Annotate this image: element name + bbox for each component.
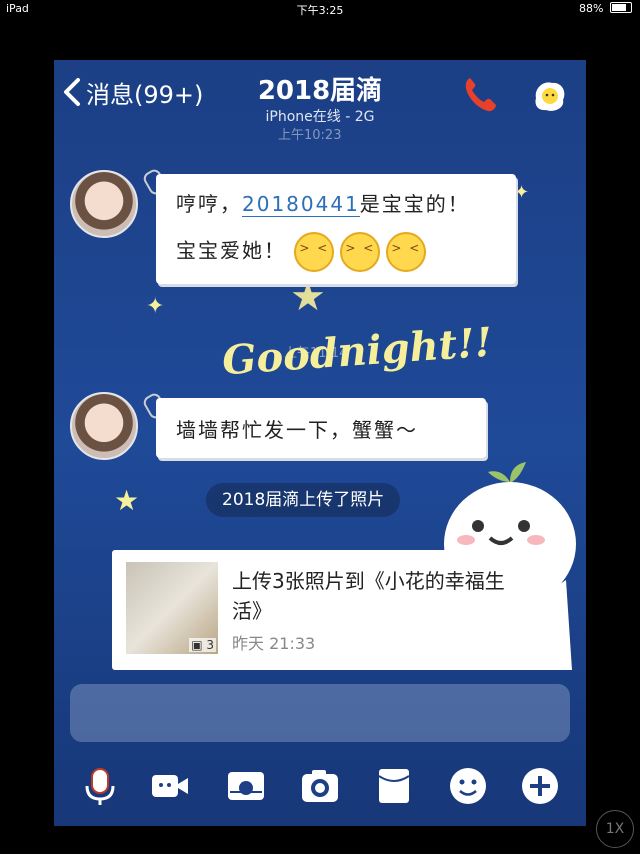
mic-icon[interactable]: [80, 766, 120, 806]
call-button[interactable]: [460, 74, 500, 114]
chat-subtitle: iPhone在线 - 2G: [265, 109, 375, 125]
avatar[interactable]: [70, 170, 138, 238]
chat-title: 2018届滴: [257, 76, 383, 106]
avatar[interactable]: [70, 392, 138, 460]
photo-thumbnail[interactable]: ▣ 3: [126, 562, 218, 654]
battery-percent: 88%: [579, 2, 604, 15]
system-notice: 2018届滴上传了照片: [206, 483, 401, 517]
nav-bar: 消息(99+) 2018届滴 iPhone在线 - 2G: [54, 60, 586, 125]
phone-icon: [465, 78, 496, 112]
star-decoration: ✦: [146, 294, 165, 319]
card-title: 上传3张照片到《小花的幸福生活》: [232, 569, 505, 623]
battery-indicator: 88%: [579, 2, 632, 15]
battery-icon: [610, 2, 632, 13]
zoom-button[interactable]: 1X: [596, 810, 634, 848]
red-packet-icon[interactable]: [374, 766, 414, 806]
message-bubble[interactable]: 墙墙帮忙发一下，蟹蟹～: [156, 398, 486, 458]
profile-button[interactable]: [532, 78, 568, 114]
photo-icon[interactable]: [226, 766, 266, 806]
kiss-emoji-icon: [386, 232, 427, 272]
photo-upload-card[interactable]: ▣ 3 上传3张照片到《小花的幸福生活》 昨天 21:33: [112, 550, 528, 670]
message-input[interactable]: [70, 684, 570, 742]
plus-icon[interactable]: [520, 766, 560, 806]
status-bar: iPad 下午3:25 88%: [0, 0, 640, 18]
number-link[interactable]: 20180441: [242, 192, 360, 217]
message-line: 哼哼，20180441是宝宝的！: [176, 192, 470, 217]
chat-screen: ✦ ✦ ★ ★ 消息(99+) 2018届滴 iPhone在线 - 2G 上午1…: [54, 60, 586, 826]
card-time: 昨天 21:33: [232, 634, 316, 653]
video-icon[interactable]: [150, 766, 190, 806]
camera-icon[interactable]: [300, 766, 340, 806]
star-decoration: ★: [114, 484, 140, 517]
message-line: 宝宝爱她！: [176, 232, 432, 272]
message-bubble[interactable]: 哼哼，20180441是宝宝的！ 宝宝爱她！: [156, 174, 516, 284]
star-decoration: ✦: [514, 182, 530, 203]
image-icon: ▣: [191, 638, 203, 652]
message-text: 墙墙帮忙发一下，蟹蟹～: [176, 418, 418, 442]
emoji-icon[interactable]: [448, 766, 488, 806]
kiss-emoji-icon: [340, 232, 381, 272]
egg-icon: [535, 82, 565, 111]
clock: 下午3:25: [296, 4, 344, 17]
photo-count-badge: ▣ 3: [189, 638, 216, 652]
timestamp-faded: 上午10:23: [278, 128, 342, 143]
input-toolbar: [54, 756, 586, 816]
kiss-emoji-icon: [294, 232, 335, 272]
